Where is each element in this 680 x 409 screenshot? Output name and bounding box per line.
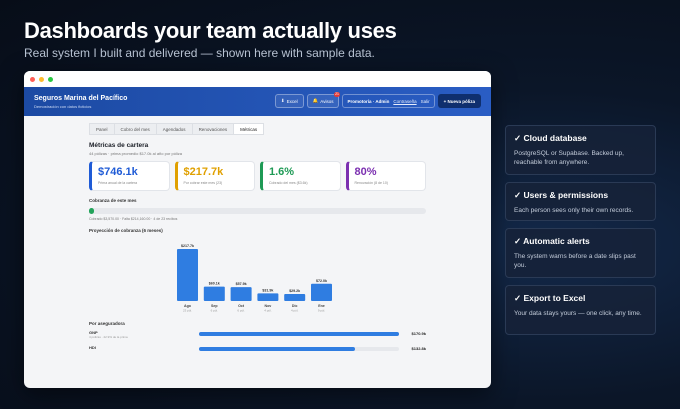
insurer-bar bbox=[199, 347, 355, 351]
alerts-button[interactable]: 🔔 Avisos 21 bbox=[306, 92, 341, 108]
kpi-value: 1.6% bbox=[269, 166, 295, 178]
kpi-row: $746.1k Prima anual de la cartera $217.7… bbox=[89, 161, 426, 191]
kpi-label: Prima anual de la cartera bbox=[98, 181, 138, 185]
collection-progress-track bbox=[89, 208, 426, 214]
chart-category-label: Dic bbox=[292, 304, 298, 308]
chart-bar-nov bbox=[257, 293, 279, 301]
user-label: Promotoría · Admin bbox=[347, 98, 390, 104]
logout-link[interactable]: Salir bbox=[421, 99, 430, 104]
chart-value-label: $57.9k bbox=[236, 282, 247, 286]
chart-category-sub: 23 pól. bbox=[183, 309, 192, 313]
alerts-badge: 21 bbox=[333, 92, 341, 97]
feature-desc: Each person sees only their own records. bbox=[514, 207, 634, 214]
chart-category-sub: 6 pól. bbox=[237, 309, 245, 313]
chart-bar-sep bbox=[203, 286, 225, 301]
new-policy-button[interactable]: + Nueva póliza bbox=[437, 94, 481, 108]
chart-category-label: Ene bbox=[318, 304, 325, 308]
projection-chart: $217.7k Ago 23 pól. $60.1k Sep 6 pól. $57.9k Oc… bbox=[89, 235, 426, 317]
chart-category-label: Nov bbox=[265, 304, 272, 308]
user-box: Promotoría · Admin Contraseña Salir bbox=[342, 94, 435, 108]
window-titlebar bbox=[24, 71, 491, 87]
chart-value-label: $217.7k bbox=[181, 244, 194, 248]
kpi-value: $746.1k bbox=[98, 166, 138, 178]
hero-subtitle: Real system I built and delivered — show… bbox=[24, 46, 375, 60]
projection-title: Proyección de cobranza (6 meses) bbox=[89, 228, 163, 233]
kpi-card-cobrado: 1.6% Cobrado del mes ($3.6k) bbox=[260, 161, 341, 191]
tab-bar: Panel Cobro del mes Agendados Renovacion… bbox=[89, 123, 426, 135]
feature-desc: The system warns before a date slips pas… bbox=[514, 253, 636, 269]
feature-desc: Your data stays yours — one click, any t… bbox=[514, 310, 642, 317]
bell-icon: 🔔 bbox=[312, 98, 319, 103]
brand: Seguros Marina del Pacífico Demostración… bbox=[34, 95, 127, 109]
chart-bar-oct bbox=[230, 287, 252, 301]
collection-progress-fill bbox=[89, 208, 95, 214]
kpi-card-por-cobrar: $217.7k Por cobrar este mes (23) bbox=[174, 161, 255, 191]
app-header: Seguros Marina del Pacífico Demostración… bbox=[24, 87, 491, 116]
feature-card-export-excel: ✓ Export to Excel Your data stays yours … bbox=[505, 285, 656, 335]
feature-title: ✓ Export to Excel bbox=[514, 293, 586, 303]
kpi-value: 80% bbox=[354, 166, 377, 178]
chart-category-sub: 6 pól. bbox=[211, 309, 219, 313]
insurer-value: $132.8k bbox=[411, 346, 426, 351]
tab-panel[interactable]: Panel bbox=[89, 123, 115, 135]
alerts-label: Avisos bbox=[320, 98, 334, 104]
insurer-bar bbox=[199, 332, 399, 336]
insurer-bar-track bbox=[199, 347, 399, 351]
chart-bar-dic bbox=[284, 294, 306, 301]
projection-chart-svg: $217.7kAgo23 pól.$60.1kSep6 pól.$57.9kOc… bbox=[177, 244, 332, 313]
section-subtitle: 44 pólizas · prima promedio $17.0k al añ… bbox=[89, 151, 182, 156]
hero-title: Dashboards your team actually uses bbox=[24, 18, 397, 43]
password-link[interactable]: Contraseña bbox=[393, 99, 416, 104]
insurer-value: $170.9k bbox=[411, 331, 426, 336]
chart-category-sub: 4 pól. bbox=[264, 309, 272, 313]
collection-title: Cobranza de este mes bbox=[89, 198, 137, 203]
close-dot[interactable] bbox=[30, 76, 35, 82]
browser-window: Seguros Marina del Pacífico Demostración… bbox=[24, 71, 491, 388]
kpi-card-renovacion: 80% Renovación (8 de 10) bbox=[345, 161, 426, 191]
excel-label: Excel bbox=[286, 98, 298, 104]
brand-subtitle: Demostración con datos ficticios bbox=[34, 103, 92, 109]
brand-name: Seguros Marina del Pacífico bbox=[34, 94, 128, 102]
feature-card-users-permissions: ✓ Users & permissions Each person sees o… bbox=[505, 182, 656, 221]
chart-category-sub: 9 pól. bbox=[318, 309, 326, 313]
chart-category-sub: 4 pól. bbox=[291, 309, 299, 313]
chart-category-label: Ago bbox=[184, 304, 192, 308]
kpi-label: Renovación (8 de 10) bbox=[354, 181, 388, 185]
tab-cobro-del-mes[interactable]: Cobro del mes bbox=[113, 123, 157, 135]
chart-category-label: Sep bbox=[211, 304, 218, 308]
insurer-row: GNP 4 pólizas · 22.9% de la prima $170.9… bbox=[89, 330, 426, 343]
chart-value-label: $60.1k bbox=[209, 282, 220, 286]
section-title: Métricas de cartera bbox=[89, 142, 149, 149]
tab-renovaciones[interactable]: Renovaciones bbox=[191, 123, 235, 135]
collection-note: Cobrado $3,570.00 · Falta $214,160.00 · … bbox=[89, 217, 178, 221]
main-content: Panel Cobro del mes Agendados Renovacion… bbox=[24, 116, 491, 388]
chart-category-label: Oct bbox=[238, 304, 245, 308]
feature-title: ✓ Cloud database bbox=[514, 133, 587, 143]
feature-card-cloud-database: ✓ Cloud database PostgreSQL or Supabase.… bbox=[505, 125, 656, 175]
tab-agendados[interactable]: Agendados bbox=[155, 123, 193, 135]
minimize-dot[interactable] bbox=[39, 76, 44, 82]
kpi-label: Cobrado del mes ($3.6k) bbox=[269, 181, 308, 185]
kpi-card-prima: $746.1k Prima anual de la cartera bbox=[89, 161, 170, 191]
feature-card-automatic-alerts: ✓ Automatic alerts The system warns befo… bbox=[505, 228, 656, 278]
tab-metricas[interactable]: Métricas bbox=[233, 123, 265, 135]
feature-desc: PostgreSQL or Supabase. Backed up, reach… bbox=[514, 150, 624, 166]
insurer-row: HDI $132.8k bbox=[89, 345, 426, 355]
insurer-bar-track bbox=[199, 332, 399, 336]
chart-bar-ago bbox=[177, 249, 198, 301]
kpi-label: Por cobrar este mes (23) bbox=[183, 181, 223, 185]
chart-value-label: $72.0k bbox=[316, 279, 327, 283]
feature-title: ✓ Users & permissions bbox=[514, 190, 609, 200]
chart-bar-ene bbox=[311, 283, 332, 301]
maximize-dot[interactable] bbox=[48, 76, 53, 82]
insurer-title: Por aseguradora bbox=[89, 321, 125, 326]
feature-title: ✓ Automatic alerts bbox=[514, 236, 590, 246]
chart-value-label: $31.9k bbox=[262, 288, 273, 292]
chart-value-label: $29.2k bbox=[289, 289, 300, 293]
excel-button[interactable]: ⬇ Excel bbox=[274, 94, 304, 108]
kpi-value: $217.7k bbox=[183, 166, 224, 178]
download-icon: ⬇ bbox=[280, 98, 285, 103]
